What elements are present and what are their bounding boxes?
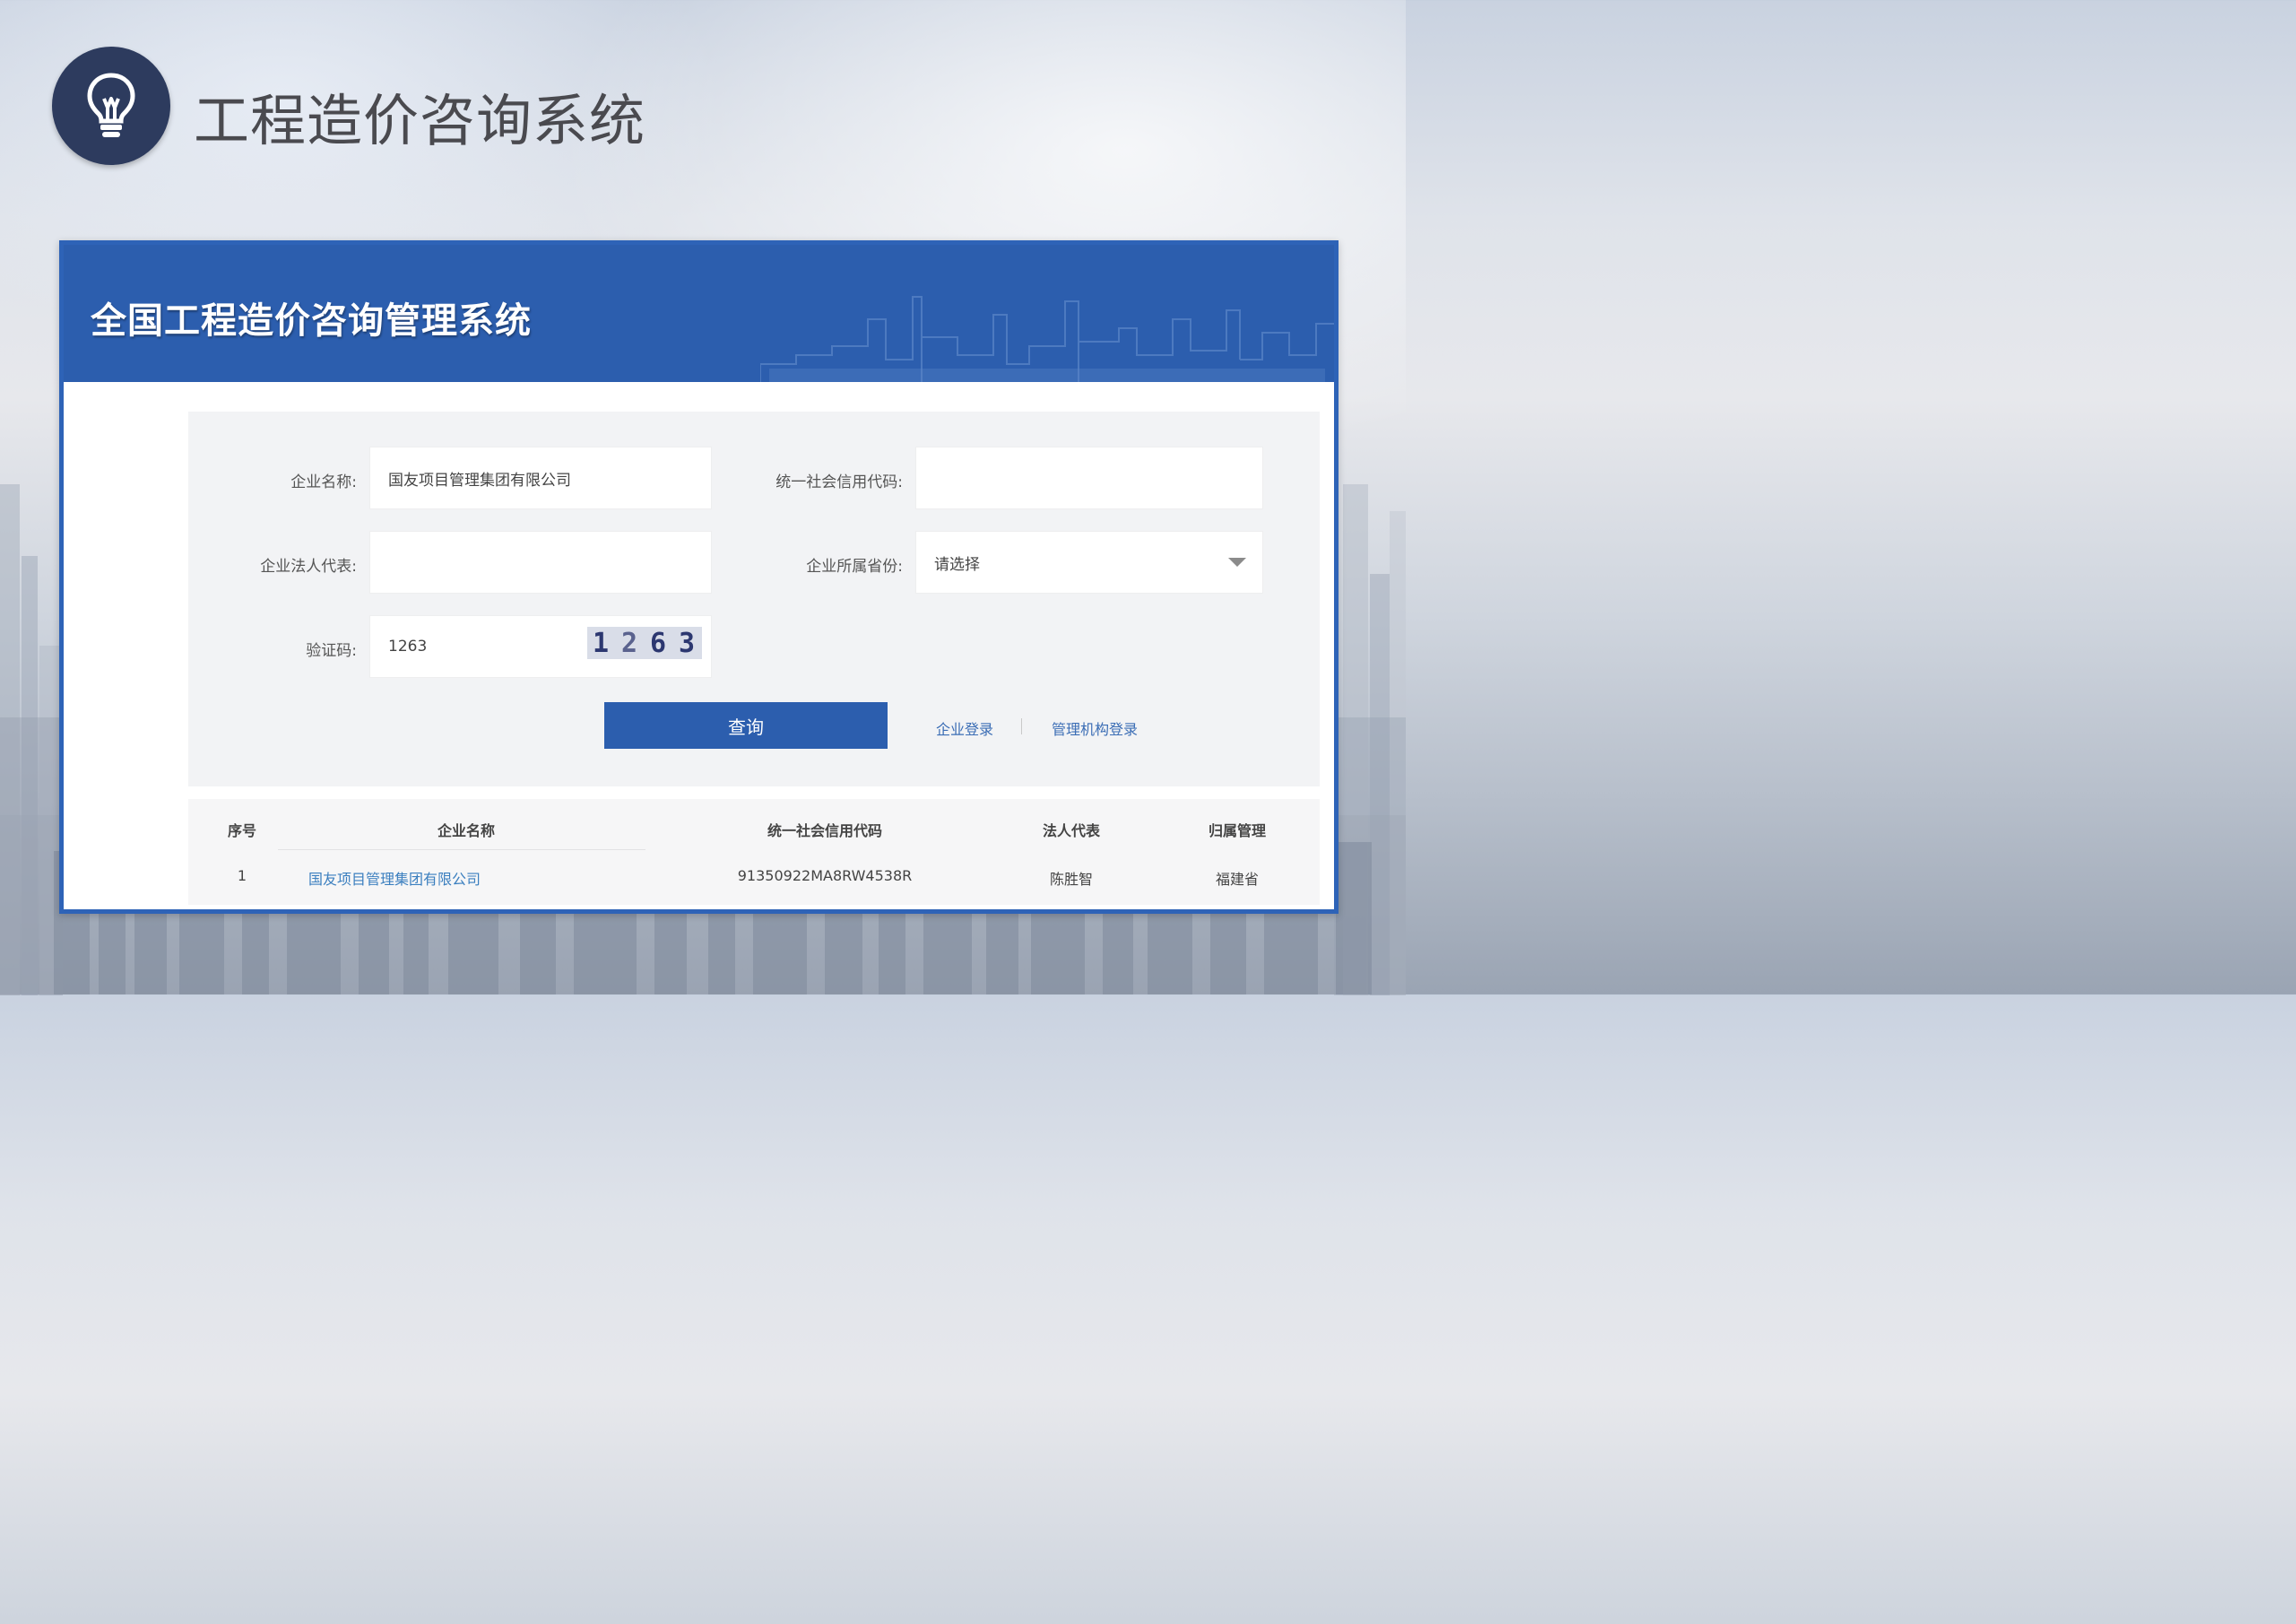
- table-header-company: 企业名称: [437, 822, 495, 839]
- company-name-value: 国友项目管理集团有限公司: [388, 471, 571, 490]
- table-cell-legal-rep: 陈胜智: [1049, 871, 1093, 888]
- search-form: 企业名称: 国友项目管理集团有限公司 统一社会信用代码: 企业法人代表: 企业所…: [188, 412, 1320, 786]
- captcha-char: 6: [649, 627, 669, 659]
- system-banner: 全国工程造价咨询管理系统: [64, 245, 1334, 382]
- province-label: 企业所属省份:: [806, 558, 903, 576]
- results-table: 序号 企业名称 统一社会信用代码 法人代表 归属管理 1 国友项目管理集团有限公…: [188, 799, 1320, 905]
- captcha-image[interactable]: 1 2 6 3: [587, 627, 702, 659]
- company-name-input[interactable]: 国友项目管理集团有限公司: [369, 447, 712, 509]
- table-header-index: 序号: [227, 822, 256, 839]
- credit-code-label: 统一社会信用代码:: [775, 473, 903, 491]
- captcha-char: 3: [678, 627, 697, 659]
- province-select[interactable]: 请选择: [915, 531, 1263, 594]
- table-cell-credit-code: 91350922MA8RW4538R: [737, 867, 913, 884]
- company-name-label: 企业名称:: [290, 473, 357, 491]
- banner-skyline-decoration: [760, 296, 1334, 382]
- credit-code-input[interactable]: [915, 447, 1263, 509]
- lightbulb-icon: [87, 73, 135, 137]
- chevron-down-icon: [1228, 558, 1246, 567]
- query-button[interactable]: 查询: [604, 702, 888, 749]
- table-header-jurisdiction: 归属管理: [1208, 822, 1266, 839]
- captcha-input-value: 1263: [388, 638, 428, 656]
- legal-rep-label: 企业法人代表:: [260, 558, 357, 576]
- table-cell-company-link[interactable]: 国友项目管理集团有限公司: [260, 867, 529, 889]
- system-screenshot: 全国工程造价咨询管理系统 企业名称: 国友项目管理集团有限公司 统一社会信用代码…: [59, 240, 1339, 914]
- table-header-credit-code: 统一社会信用代码: [767, 822, 882, 839]
- page-title: 工程造价咨询系统: [194, 88, 646, 153]
- captcha-input[interactable]: 1263 1 2 6 3: [369, 615, 712, 678]
- company-login-link[interactable]: 企业登录: [936, 717, 993, 739]
- captcha-char: 1: [592, 627, 611, 659]
- province-select-value: 请选择: [934, 555, 980, 574]
- table-divider: [278, 849, 645, 850]
- admin-login-link[interactable]: 管理机构登录: [1052, 717, 1138, 739]
- lightbulb-badge: [52, 47, 170, 165]
- captcha-char: 2: [620, 627, 640, 659]
- captcha-label: 验证码:: [306, 642, 357, 660]
- system-title: 全国工程造价咨询管理系统: [91, 300, 532, 342]
- table-cell-jurisdiction: 福建省: [1215, 871, 1259, 888]
- link-divider: [1021, 718, 1022, 734]
- table-header-legal-rep: 法人代表: [1042, 822, 1100, 839]
- legal-rep-input[interactable]: [369, 531, 712, 594]
